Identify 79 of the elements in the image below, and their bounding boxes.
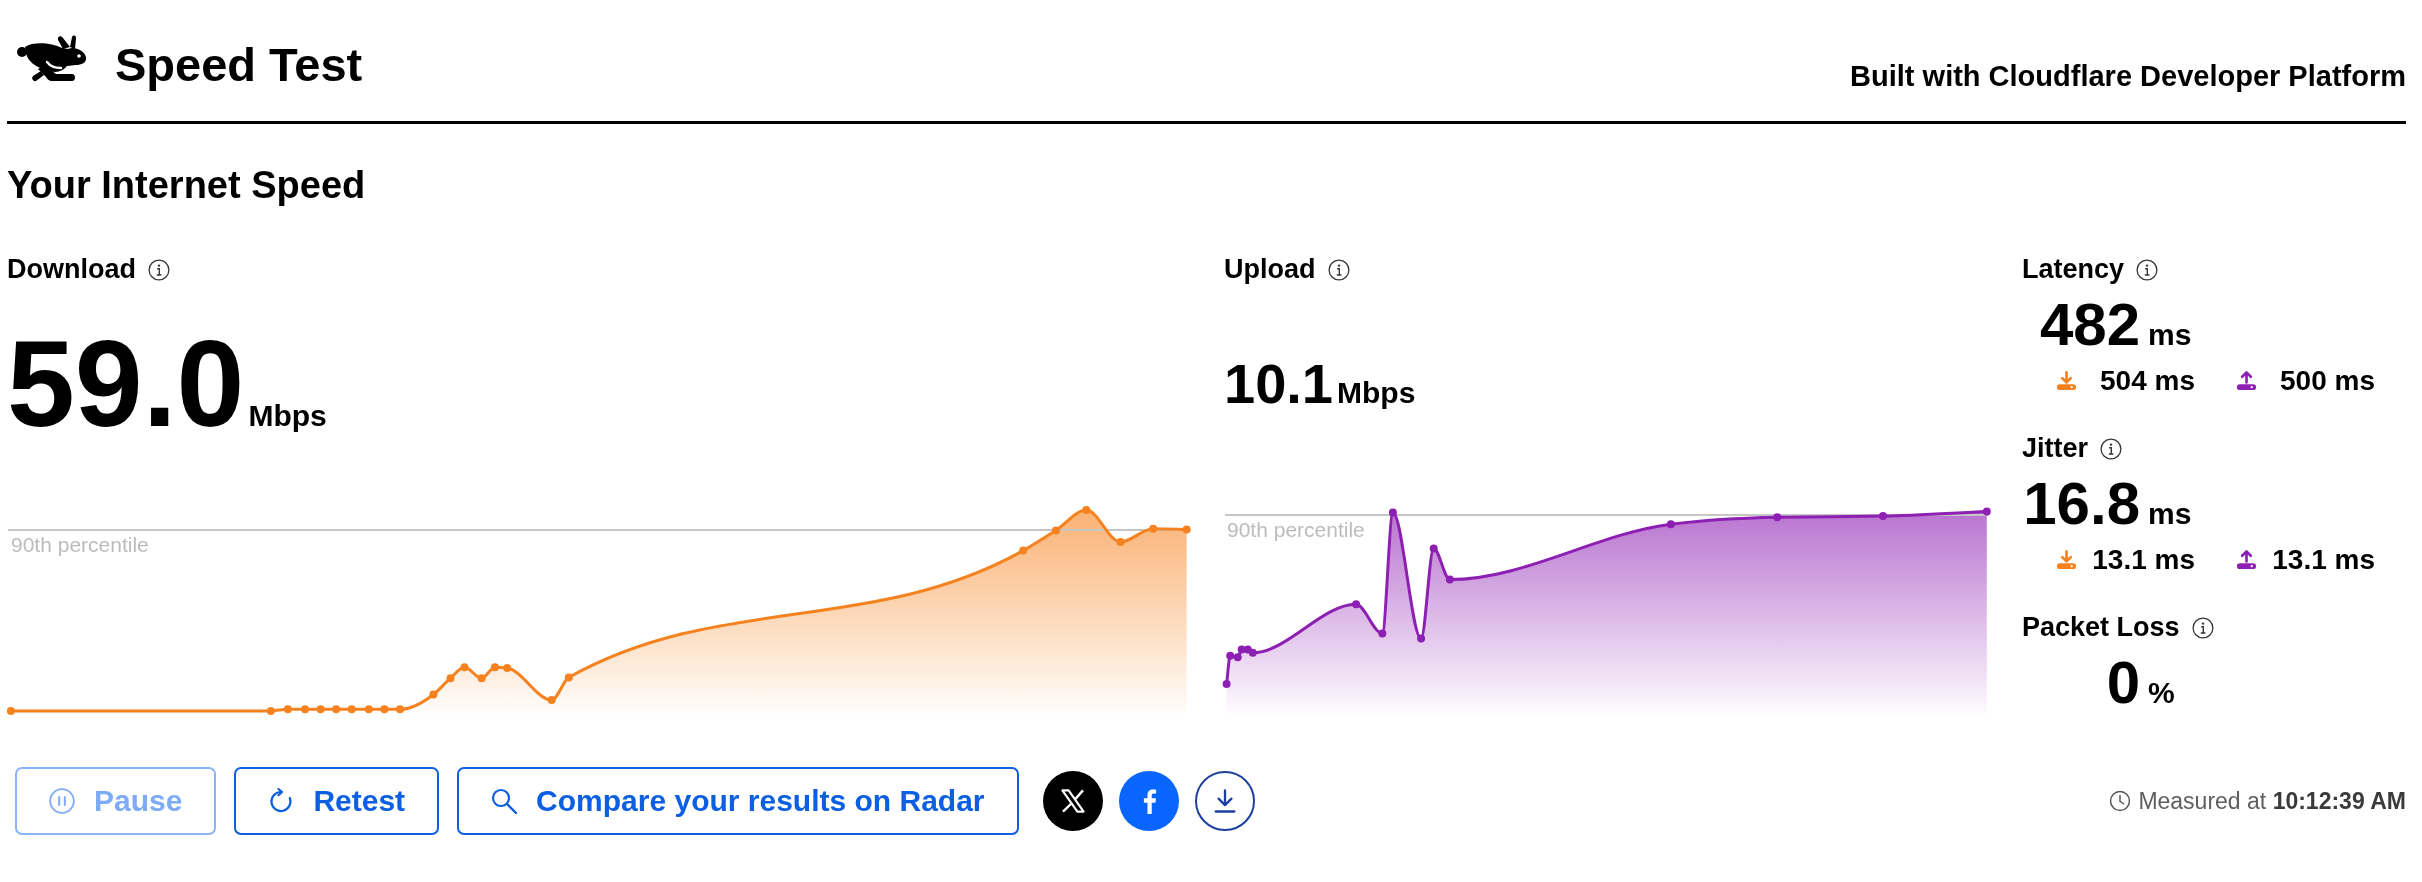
data-point (1226, 651, 1235, 660)
metric-value: 16.8 (2022, 474, 2140, 534)
metric-unit: ms (2148, 320, 2192, 350)
metric-label: Upload (1224, 256, 1316, 283)
data-point (503, 664, 512, 673)
search-icon (491, 788, 518, 814)
data-point (1019, 546, 1028, 555)
data-point (1666, 520, 1675, 529)
data-point (1879, 512, 1887, 521)
data-point (332, 705, 341, 714)
refresh-icon (268, 788, 295, 814)
metric-detail-value: 500 ms (2280, 367, 2375, 395)
data-point (1248, 648, 1257, 657)
data-point (380, 705, 389, 714)
data-point (1182, 525, 1191, 534)
metric-value: 0 (2105, 653, 2140, 713)
data-point (283, 705, 292, 714)
metric-label: Latency (2022, 256, 2125, 283)
clock-icon (2109, 790, 2132, 812)
data-point (477, 674, 486, 683)
info-icon[interactable] (1327, 258, 1350, 281)
data-point (446, 674, 455, 683)
retest-button[interactable]: Retest (234, 767, 440, 835)
metric-label: Packet Loss (2022, 614, 2180, 641)
data-point (1445, 575, 1454, 584)
data-point (429, 690, 438, 699)
data-point (347, 705, 356, 714)
data-point (1773, 513, 1782, 522)
data-point (1352, 600, 1361, 609)
data-point (266, 706, 275, 715)
data-point (490, 663, 499, 672)
data-point (316, 705, 325, 714)
speed-value: 10.1 (1224, 356, 1333, 412)
speed-unit: Mbps (248, 401, 327, 431)
metric-value: 482 (2038, 295, 2140, 355)
metric-detail-value: 13.1 ms (2092, 546, 2195, 574)
info-icon[interactable] (2191, 616, 2214, 639)
data-point (364, 705, 373, 714)
data-point (1233, 653, 1242, 662)
data-point (301, 705, 309, 714)
percentile-label: 90th percentile (11, 533, 149, 556)
rabbit-logo-icon (16, 35, 88, 83)
data-point (1116, 538, 1125, 546)
speed-value: 59.0 (7, 323, 245, 445)
metric-detail-value: 13.1 ms (2272, 546, 2375, 574)
info-icon[interactable] (2100, 437, 2123, 460)
credit-text: Built with Cloudflare Developer Platform (1850, 62, 2406, 91)
data-point (1429, 544, 1438, 553)
search-button[interactable]: Compare your results on Radar (457, 767, 1019, 835)
info-icon[interactable] (2136, 258, 2159, 281)
info-icon[interactable] (148, 258, 170, 281)
data-point (396, 705, 404, 714)
download-icon (2056, 550, 2077, 570)
percentile-label: 90th percentile (1227, 518, 1365, 541)
data-point (1982, 507, 1991, 516)
section-heading: Your Internet Speed (7, 166, 366, 204)
download-icon (2056, 371, 2077, 391)
metric-unit: % (2148, 678, 2175, 708)
data-point (547, 696, 556, 704)
metric-label: Download (7, 256, 136, 283)
pause-icon (49, 788, 75, 814)
data-point (1051, 526, 1060, 535)
data-point (1149, 524, 1158, 533)
upload-icon (2236, 371, 2257, 391)
data-point (1388, 508, 1397, 517)
metric-detail-value: 504 ms (2100, 367, 2195, 395)
upload-icon (2236, 550, 2257, 570)
data-point (6, 706, 15, 715)
metric-label: Jitter (2022, 435, 2089, 462)
data-point (1222, 679, 1231, 688)
data-point (564, 673, 573, 682)
data-point (1082, 506, 1091, 515)
metric-unit: ms (2148, 499, 2192, 529)
data-point (460, 663, 469, 672)
data-point (1237, 645, 1246, 654)
measured-time-text: Measured at 10:12:39 AM (2138, 789, 2406, 813)
speed-unit: Mbps (1337, 378, 1416, 408)
data-point (1378, 629, 1387, 638)
data-point (1417, 634, 1426, 643)
